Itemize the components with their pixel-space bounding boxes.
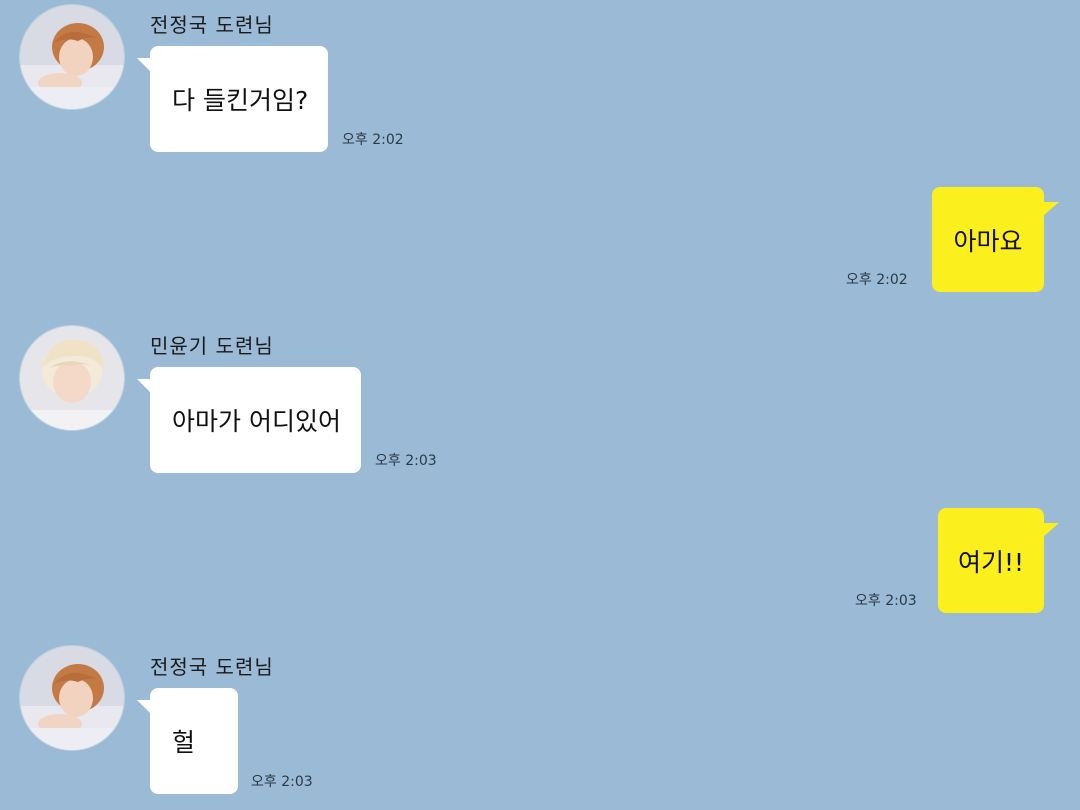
bubble-tail: [137, 700, 151, 714]
message-time: 오후 2:03: [375, 453, 437, 469]
bubble-tail: [1043, 202, 1059, 216]
message-text: 여기!!: [957, 547, 1025, 577]
bubble-tail: [137, 379, 151, 393]
message-text: 아마가 어디있어: [172, 407, 341, 436]
message-time: 오후 2:03: [251, 774, 313, 790]
bubble-tail: [137, 58, 151, 72]
message-bubble[interactable]: 다 들킨거임?: [137, 46, 328, 152]
avatar[interactable]: [20, 326, 124, 430]
message-bubble[interactable]: 아마요: [932, 187, 1059, 292]
avatar[interactable]: [20, 5, 124, 109]
message-bubble[interactable]: 아마가 어디있어: [137, 367, 361, 473]
message-bubble[interactable]: 여기!!: [938, 508, 1059, 613]
person-photo-icon: [20, 5, 124, 109]
message-text: 다 들킨거임?: [172, 86, 309, 115]
sender-name: 민윤기 도련님: [150, 334, 274, 358]
message-time: 오후 2:02: [342, 132, 404, 148]
bubble-tail: [1043, 523, 1059, 537]
sender-name: 전정국 도련님: [150, 13, 274, 37]
chat-room: 전정국 도련님 다 들킨거임? 오후 2:02 오후 2:02 아마요 민윤기 …: [0, 0, 1080, 810]
avatar[interactable]: [20, 646, 124, 750]
person-photo-icon: [20, 326, 124, 430]
sender-name: 전정국 도련님: [150, 655, 274, 679]
message-text: 헐: [172, 728, 196, 757]
person-photo-icon: [20, 646, 124, 750]
message-bubble[interactable]: 헐: [137, 688, 238, 794]
message-text: 아마요: [953, 226, 1023, 256]
message-time: 오후 2:02: [846, 272, 908, 288]
message-time: 오후 2:03: [855, 593, 917, 609]
